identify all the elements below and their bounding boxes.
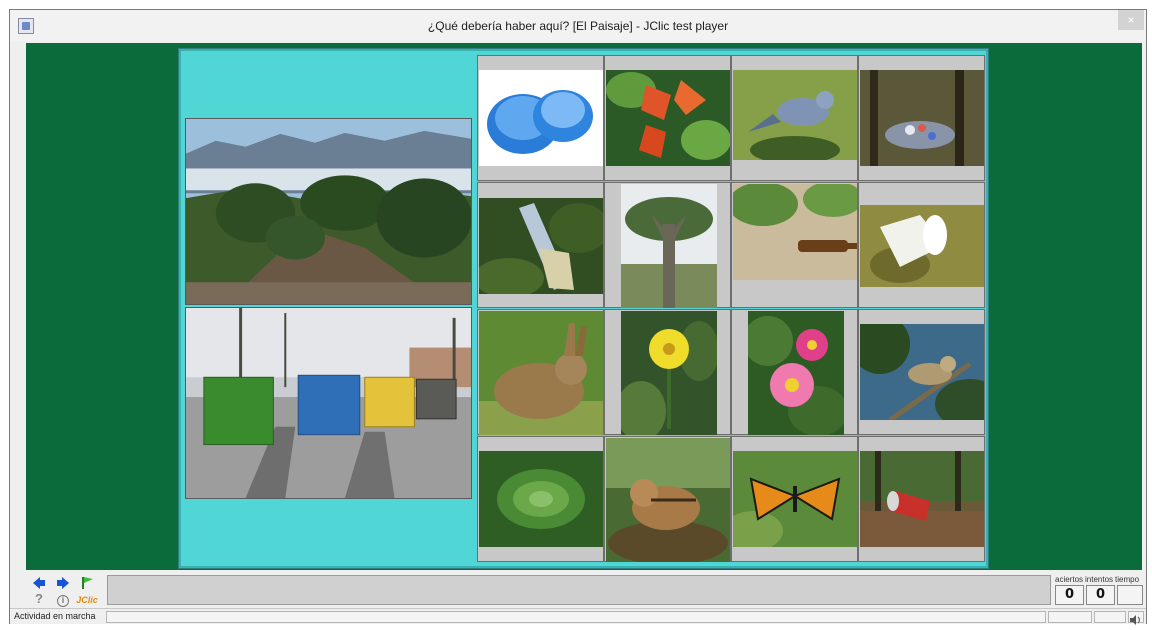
help-button[interactable]: ? — [32, 592, 46, 606]
close-button[interactable]: × — [1118, 10, 1144, 30]
grid-cell-plastic-caps[interactable] — [477, 55, 604, 181]
message-box — [107, 575, 1051, 605]
grid-cell-bottle-on-sand[interactable] — [731, 182, 858, 308]
activity-stage — [26, 43, 1142, 570]
grid-cell-littered-forest[interactable] — [858, 55, 985, 181]
grid-cell-rabbit[interactable] — [477, 309, 604, 435]
flag-icon — [82, 577, 93, 589]
grid-cell-chipmunk[interactable] — [604, 436, 731, 562]
status-progress-box — [106, 611, 1046, 623]
arrow-left-icon — [33, 577, 45, 589]
status-bar: Actividad en marcha — [10, 608, 1146, 625]
aciertos-counter: 0 — [1055, 585, 1084, 605]
status-box-b — [1094, 611, 1126, 623]
title-bar: ¿Qué debería haber aquí? [El Paisaje] - … — [10, 10, 1146, 41]
forest-landscape-scene — [185, 118, 472, 305]
grid-cell-blue-bird[interactable] — [731, 55, 858, 181]
grid-cell-yellow-flower[interactable] — [604, 309, 731, 435]
info-icon: i — [57, 595, 69, 607]
arrow-right-icon — [57, 577, 69, 589]
status-box-a — [1048, 611, 1092, 623]
grid-cell-butterfly[interactable] — [731, 436, 858, 562]
status-text: Actividad en marcha — [14, 611, 96, 621]
intentos-counter: 0 — [1086, 585, 1115, 605]
counter-label-aciertos: aciertos — [1055, 575, 1084, 584]
counter-label-intentos: intentos — [1085, 575, 1114, 584]
recycling-containers-scene — [185, 307, 472, 499]
speaker-icon — [1130, 615, 1140, 625]
grid-cell-plastic-cup[interactable] — [858, 182, 985, 308]
counter-label-tiempo: tiempo — [1115, 575, 1140, 584]
grid-cell-finch[interactable] — [858, 309, 985, 435]
jclic-logo[interactable]: JClic — [74, 593, 100, 605]
grid-cell-plastic-litter[interactable] — [477, 182, 604, 308]
control-bar: ? i JClic aciertos intentos tiempo 0 0 — [10, 573, 1146, 608]
prev-activity-button[interactable] — [32, 576, 46, 590]
grid-cell-crushed-can[interactable] — [858, 436, 985, 562]
sound-toggle-button[interactable] — [1128, 611, 1144, 625]
window-title: ¿Qué debería haber aquí? [El Paisaje] - … — [427, 19, 729, 33]
next-activity-button[interactable] — [56, 576, 70, 590]
activity-panel — [179, 49, 988, 568]
grid-cell-orange-flowers[interactable] — [604, 55, 731, 181]
grid-cell-pink-flowers[interactable] — [731, 309, 858, 435]
grid-cell-dragon-tree[interactable] — [604, 182, 731, 308]
tiempo-counter — [1117, 585, 1143, 605]
info-button[interactable]: i — [56, 592, 70, 607]
grid-cell-succulent[interactable] — [477, 436, 604, 562]
reset-activity-button[interactable] — [80, 576, 94, 590]
jclic-window: ¿Qué debería haber aquí? [El Paisaje] - … — [9, 9, 1147, 625]
